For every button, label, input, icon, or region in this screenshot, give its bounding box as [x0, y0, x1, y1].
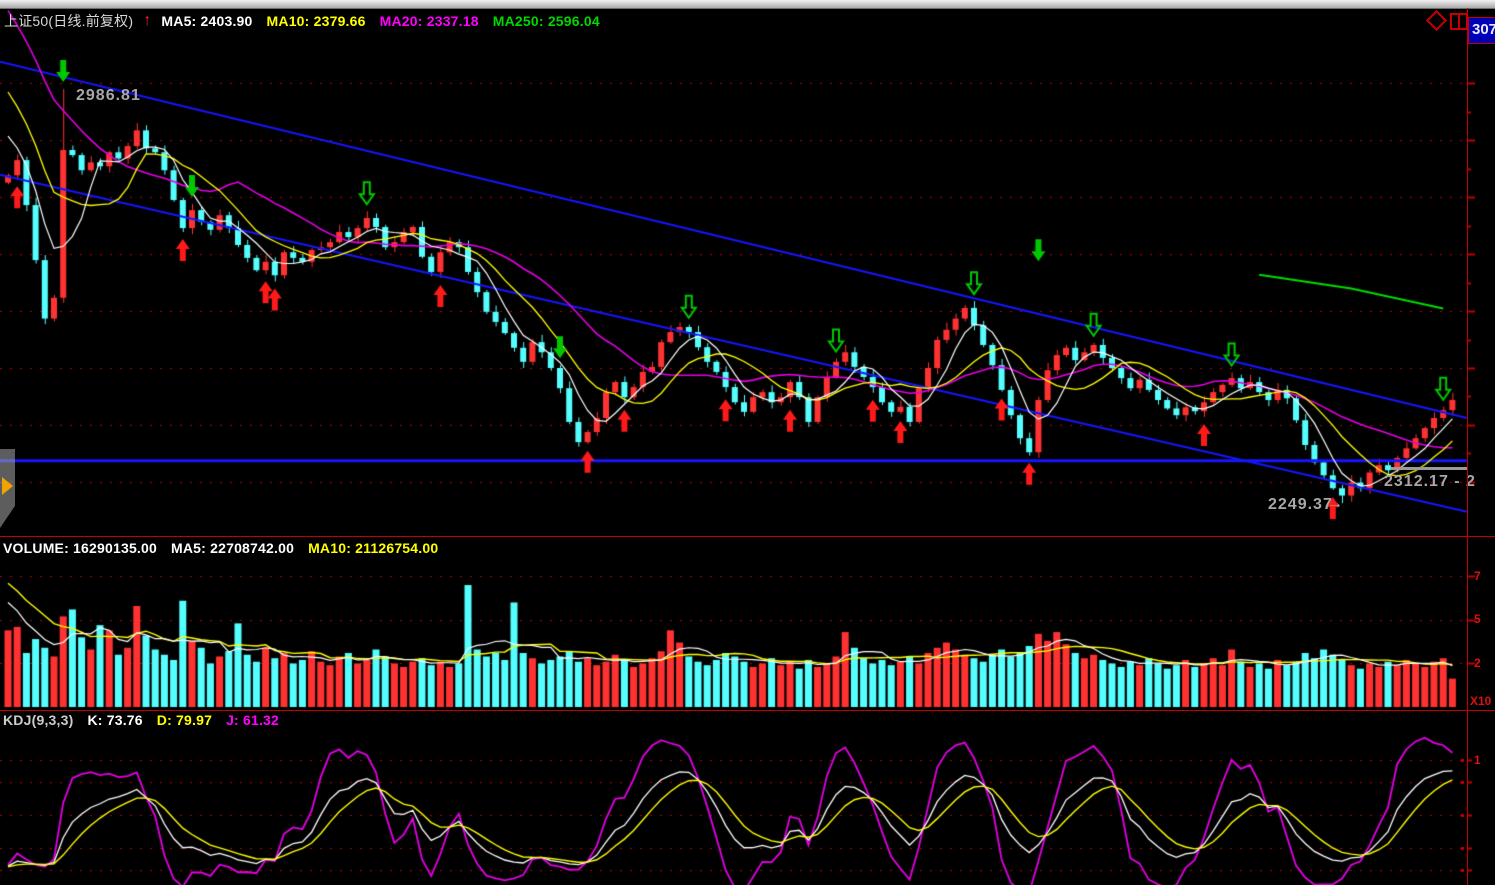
- volume-ma5-label: MA5: 22708742.00: [171, 540, 294, 556]
- volume-axis-label-75m: 7: [1474, 569, 1481, 583]
- main-chart-header: 上证50(日线.前复权) ↑ MA5: 2403.90 MA10: 2379.6…: [4, 11, 600, 31]
- volume-axis-label-25m: 2: [1474, 656, 1481, 670]
- split-window-right-pane: [1460, 15, 1466, 28]
- volume-canvas[interactable]: [0, 556, 1495, 710]
- split-window-icon[interactable]: [1450, 13, 1468, 30]
- kdj-name-label: KDJ(9,3,3): [3, 712, 73, 728]
- main-chart-canvas[interactable]: [0, 8, 1495, 536]
- volume-header: VOLUME: 16290135.00 MA5: 22708742.00 MA1…: [3, 540, 438, 556]
- volume-axis-label-50m: 5: [1474, 612, 1481, 626]
- ma10-label: MA10: 2379.66: [267, 13, 366, 29]
- volume-unit-label: X10: [1470, 694, 1491, 708]
- ma20-label: MA20: 2337.18: [380, 13, 479, 29]
- ma5-label: MA5: 2403.90: [161, 13, 252, 29]
- kdj-d-label: D: 79.97: [157, 712, 212, 728]
- ma250-label: MA250: 2596.04: [493, 13, 600, 29]
- kdj-k-label: K: 73.76: [87, 712, 142, 728]
- kdj-canvas[interactable]: [0, 728, 1495, 885]
- volume-value-label: VOLUME: 16290135.00: [3, 540, 157, 556]
- high-price-annotation: 2986.81: [76, 87, 141, 105]
- price-axis-badge: 307: [1468, 17, 1495, 44]
- kdj-j-label: J: 61.32: [226, 712, 279, 728]
- right-price-axis-line: [1467, 8, 1468, 885]
- low-price-arrow-icon: →: [1327, 495, 1341, 513]
- support-marker-line: [1391, 467, 1467, 470]
- trend-up-arrow-icon: ↑: [143, 12, 151, 30]
- volume-ma10-label: MA10: 21126754.00: [308, 540, 438, 556]
- panel-separator-1: [0, 536, 1495, 537]
- split-window-left-pane: [1452, 15, 1460, 28]
- support-price-annotation: 2312.17 - 2: [1384, 473, 1476, 491]
- symbol-title: 上证50(日线.前复权): [4, 11, 133, 31]
- low-price-annotation: 2249.37: [1268, 496, 1333, 514]
- expand-arrow-icon: [2, 477, 13, 495]
- kdj-header: KDJ(9,3,3) K: 73.76 D: 79.97 J: 61.32: [3, 712, 279, 728]
- panel-separator-2: [0, 710, 1495, 711]
- kdj-axis-label-100: 1: [1474, 753, 1481, 767]
